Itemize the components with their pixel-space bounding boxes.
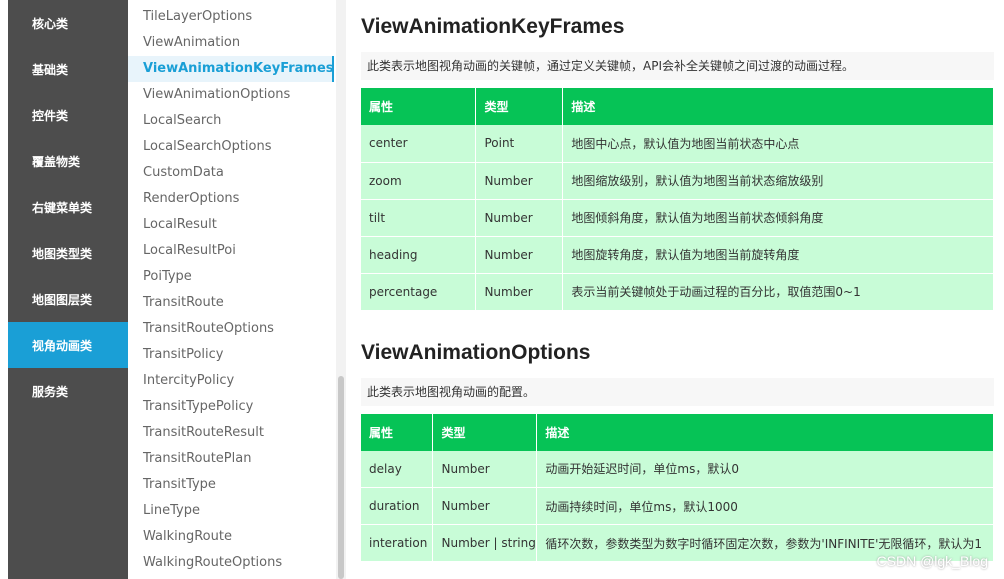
class-item-transitrouteplan[interactable]: TransitRoutePlan: [128, 446, 334, 472]
table-cell: 地图中心点，默认值为地图当前状态中心点: [562, 125, 994, 163]
table-cell: heading: [361, 236, 477, 274]
table-row: delay Number 动画开始延迟时间，单位ms，默认0: [361, 450, 994, 488]
class-list: TileLayerOptions ViewAnimation ViewAnima…: [128, 0, 334, 579]
table-cell: 地图旋转角度，默认值为地图当前旋转角度: [562, 236, 994, 274]
table-cell: zoom: [361, 162, 477, 200]
table-cell: Number | string: [432, 524, 538, 562]
category-item-map-type[interactable]: 地图类型类: [8, 230, 128, 276]
category-item-service[interactable]: 服务类: [8, 368, 128, 414]
class-list-scrollbar-thumb[interactable]: [338, 376, 344, 579]
category-item-map-layer[interactable]: 地图图层类: [8, 276, 128, 322]
class-item-linetype[interactable]: LineType: [128, 498, 334, 524]
table-cell: interation: [361, 524, 434, 562]
table-row: duration Number 动画持续时间，单位ms，默认1000: [361, 487, 994, 525]
table-cell: Number: [475, 199, 564, 237]
class-item-customdata[interactable]: CustomData: [128, 160, 334, 186]
table-cell: Number: [475, 162, 564, 200]
table-cell: percentage: [361, 273, 477, 311]
section-title-options: ViewAnimationOptions: [361, 340, 591, 364]
table-header-cell: 属性: [361, 413, 434, 451]
class-item-tilelayeroptions[interactable]: TileLayerOptions: [128, 4, 334, 30]
table-row: heading Number 地图旋转角度，默认值为地图当前旋转角度: [361, 236, 994, 274]
class-item-transitrouteoptions[interactable]: TransitRouteOptions: [128, 316, 334, 342]
class-item-localresult[interactable]: LocalResult: [128, 212, 334, 238]
category-item-base[interactable]: 基础类: [8, 46, 128, 92]
class-item-transittype[interactable]: TransitType: [128, 472, 334, 498]
class-item-viewanimation[interactable]: ViewAnimation: [128, 30, 334, 56]
table-header-row: 属性 类型 描述: [361, 88, 994, 125]
category-item-core[interactable]: 核心类: [8, 0, 128, 46]
class-item-viewanimationkeyframes[interactable]: ViewAnimationKeyFrames: [128, 56, 334, 82]
class-item-transitpolicy[interactable]: TransitPolicy: [128, 342, 334, 368]
table-cell: 表示当前关键帧处于动画过程的百分比，取值范围0~1: [562, 273, 994, 311]
table-cell: Number: [475, 273, 564, 311]
category-item-context-menu[interactable]: 右键菜单类: [8, 184, 128, 230]
options-table: 属性 类型 描述 delay Number 动画开始延迟时间，单位ms，默认0 …: [361, 413, 994, 562]
class-item-transitrouteresult[interactable]: TransitRouteResult: [128, 420, 334, 446]
table-header-cell: 描述: [536, 413, 994, 451]
table-cell: Point: [475, 125, 564, 163]
table-row: tilt Number 地图倾斜角度，默认值为地图当前状态倾斜角度: [361, 199, 994, 237]
class-item-localsearchoptions[interactable]: LocalSearchOptions: [128, 134, 334, 160]
table-row: percentage Number 表示当前关键帧处于动画过程的百分比，取值范围…: [361, 273, 994, 311]
class-item-transittypepolicy[interactable]: TransitTypePolicy: [128, 394, 334, 420]
keyframes-table: 属性 类型 描述 center Point 地图中心点，默认值为地图当前状态中心…: [361, 88, 994, 311]
table-cell: Number: [432, 450, 538, 488]
class-item-localsearch[interactable]: LocalSearch: [128, 108, 334, 134]
table-cell: 动画开始延迟时间，单位ms，默认0: [536, 450, 994, 488]
section-description-keyframes: 此类表示地图视角动画的关键帧，通过定义关键帧，API会补全关键帧之间过渡的动画过…: [361, 52, 994, 80]
main-content: ViewAnimationKeyFrames 此类表示地图视角动画的关键帧，通过…: [361, 0, 994, 562]
class-item-intercitypolicy[interactable]: IntercityPolicy: [128, 368, 334, 394]
class-item-walkingrouteoptions[interactable]: WalkingRouteOptions: [128, 550, 334, 576]
class-item-walkingroute[interactable]: WalkingRoute: [128, 524, 334, 550]
table-cell: 动画持续时间，单位ms，默认1000: [536, 487, 994, 525]
table-cell: center: [361, 125, 477, 163]
class-item-viewanimationoptions[interactable]: ViewAnimationOptions: [128, 82, 334, 108]
table-cell: 地图倾斜角度，默认值为地图当前状态倾斜角度: [562, 199, 994, 237]
class-item-transitroute[interactable]: TransitRoute: [128, 290, 334, 316]
class-item-localresultpoi[interactable]: LocalResultPoi: [128, 238, 334, 264]
class-item-renderoptions[interactable]: RenderOptions: [128, 186, 334, 212]
category-item-overlay[interactable]: 覆盖物类: [8, 138, 128, 184]
table-header-cell: 类型: [475, 88, 564, 125]
table-header-cell: 描述: [562, 88, 994, 125]
category-sidebar: 核心类 基础类 控件类 覆盖物类 右键菜单类 地图类型类 地图图层类 视角动画类…: [8, 0, 128, 579]
table-cell: delay: [361, 450, 434, 488]
category-item-view-animation[interactable]: 视角动画类: [8, 322, 128, 368]
table-cell: Number: [475, 236, 564, 274]
class-item-poitype[interactable]: PoiType: [128, 264, 334, 290]
section-description-options: 此类表示地图视角动画的配置。: [361, 377, 994, 406]
table-row: zoom Number 地图缩放级别，默认值为地图当前状态缩放级别: [361, 162, 994, 200]
category-item-control[interactable]: 控件类: [8, 92, 128, 138]
watermark: CSDN @lgk_Blog: [876, 553, 988, 569]
table-cell: duration: [361, 487, 434, 525]
table-header-cell: 类型: [432, 413, 538, 451]
table-row: center Point 地图中心点，默认值为地图当前状态中心点: [361, 125, 994, 163]
table-header-cell: 属性: [361, 88, 477, 125]
section-title-keyframes: ViewAnimationKeyFrames: [361, 15, 625, 38]
table-cell: Number: [432, 487, 538, 525]
table-cell: 地图缩放级别，默认值为地图当前状态缩放级别: [562, 162, 994, 200]
table-header-row: 属性 类型 描述: [361, 413, 994, 451]
table-cell: tilt: [361, 199, 477, 237]
